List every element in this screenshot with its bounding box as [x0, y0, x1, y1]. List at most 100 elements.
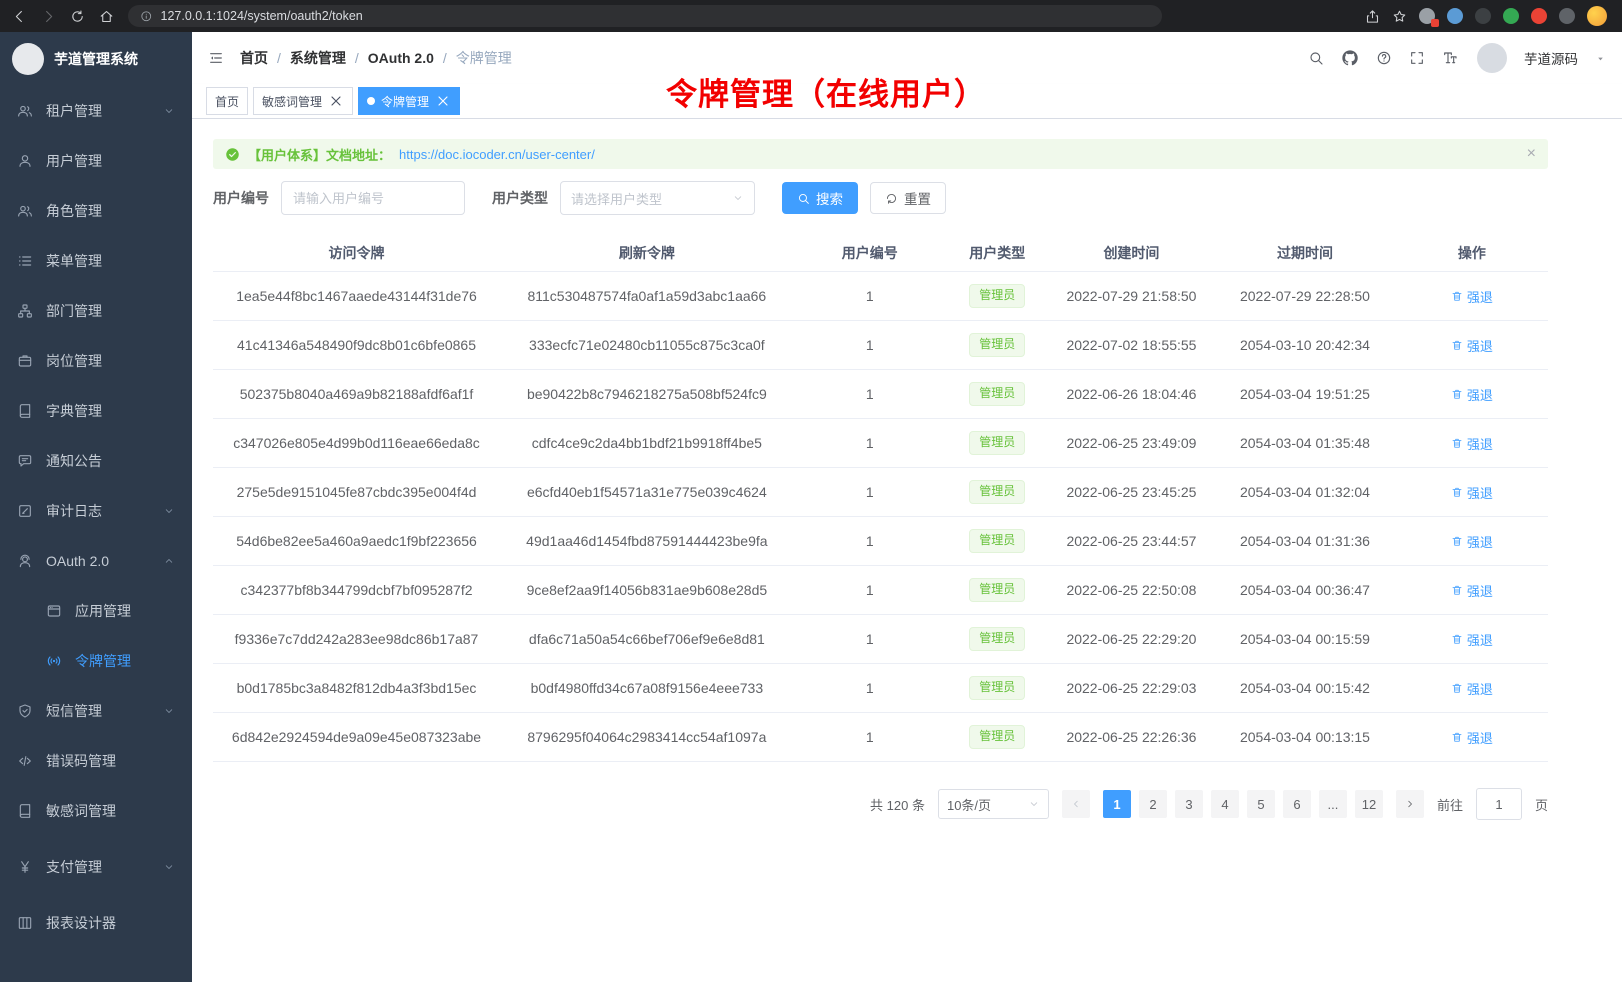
table-row: 1ea5e44f8bc1467aaede43144f31de76811c5304… [213, 272, 1548, 321]
access-token-cell: c347026e805e4d99b0d116eae66eda8c [213, 419, 500, 467]
fullscreen-icon[interactable] [1409, 50, 1425, 66]
breadcrumb-item[interactable]: 首页 [240, 48, 268, 68]
extension-icon[interactable] [1475, 8, 1491, 24]
force-logout-button[interactable]: 强退 [1451, 532, 1493, 551]
force-logout-button[interactable]: 强退 [1451, 630, 1493, 649]
access-token-cell: f9336e7c7dd242a283ee98dc86b17a87 [213, 615, 500, 663]
back-icon[interactable] [12, 9, 27, 24]
breadcrumb-separator: / [355, 50, 359, 66]
user-avatar[interactable] [1477, 43, 1507, 73]
page-size-select[interactable]: 10条/页 [938, 789, 1049, 819]
navbar-right: 芋道源码 [1308, 43, 1606, 73]
hamburger-icon[interactable] [208, 50, 224, 66]
page-button[interactable]: 3 [1175, 790, 1203, 818]
close-icon[interactable] [328, 93, 344, 109]
delete-icon [1451, 339, 1463, 351]
sidebar-item[interactable]: 令牌管理 [0, 636, 192, 686]
force-logout-button[interactable]: 强退 [1451, 581, 1493, 600]
breadcrumb-item[interactable]: OAuth 2.0 [368, 50, 434, 66]
page-button[interactable]: 5 [1247, 790, 1275, 818]
sidebar-item-label: 用户管理 [46, 151, 102, 171]
forward-icon[interactable] [41, 9, 56, 24]
font-size-icon[interactable] [1442, 50, 1458, 66]
sidebar-item[interactable]: 岗位管理 [0, 336, 192, 386]
home-icon[interactable] [99, 9, 114, 24]
sidebar-item[interactable]: 租户管理 [0, 86, 192, 136]
force-logout-button[interactable]: 强退 [1451, 679, 1493, 698]
bookmark-star-icon[interactable] [1392, 9, 1407, 24]
user-name[interactable]: 芋道源码 [1524, 48, 1578, 68]
extension-icon[interactable] [1559, 8, 1575, 24]
force-logout-button[interactable]: 强退 [1451, 287, 1493, 306]
sidebar-item[interactable]: 角色管理 [0, 186, 192, 236]
table-row: b0d1785bc3a8482f812db4a3f3bd15ecb0df4980… [213, 664, 1548, 713]
alert-link[interactable]: https://doc.iocoder.cn/user-center/ [399, 147, 595, 162]
prev-page-button[interactable] [1062, 790, 1090, 818]
sidebar-item[interactable]: 应用管理 [0, 586, 192, 636]
close-icon[interactable] [435, 93, 451, 109]
reload-icon[interactable] [70, 9, 85, 24]
user-type-select[interactable]: 请选择用户类型 [560, 181, 755, 215]
access-token-cell: 54d6be82ee5a460a9aedc1f9bf223656 [213, 517, 500, 565]
force-logout-button[interactable]: 强退 [1451, 434, 1493, 453]
search-icon[interactable] [1308, 50, 1324, 66]
extension-icon[interactable] [1503, 8, 1519, 24]
next-page-button[interactable] [1396, 790, 1424, 818]
sidebar-item[interactable]: 错误码管理 [0, 736, 192, 786]
app-logo[interactable]: 芋道管理系统 [0, 32, 192, 86]
sidebar-item-label: 支付管理 [46, 857, 102, 877]
sidebar-item[interactable]: 菜单管理 [0, 236, 192, 286]
sidebar-item[interactable]: 部门管理 [0, 286, 192, 336]
page-button[interactable]: 2 [1139, 790, 1167, 818]
delete-icon [1451, 535, 1463, 547]
sidebar-item[interactable]: 审计日志 [0, 486, 192, 536]
alert-close-icon[interactable]: × [1527, 146, 1536, 162]
page-button[interactable]: 1 [1103, 790, 1131, 818]
search-button[interactable]: 搜索 [782, 182, 858, 214]
page-ellipsis[interactable]: ... [1319, 790, 1347, 818]
sidebar-item[interactable]: OAuth 2.0 [0, 536, 192, 586]
user-id-cell: 1 [794, 517, 946, 565]
sidebar-item[interactable]: 支付管理 [0, 842, 192, 892]
address-bar[interactable]: 127.0.0.1:1024/system/oauth2/token [128, 5, 1162, 27]
browser-chrome: 127.0.0.1:1024/system/oauth2/token [0, 0, 1622, 32]
share-icon[interactable] [1365, 9, 1380, 24]
tab[interactable]: 首页 [206, 87, 248, 115]
column-header: 用户编号 [794, 235, 946, 271]
breadcrumb-item[interactable]: 系统管理 [290, 48, 346, 68]
expire-time-cell: 2022-07-29 22:28:50 [1214, 272, 1396, 320]
force-logout-button[interactable]: 强退 [1451, 385, 1493, 404]
help-icon[interactable] [1376, 50, 1392, 66]
sidebar-item[interactable]: 字典管理 [0, 386, 192, 436]
expire-time-cell: 2054-03-04 01:31:36 [1214, 517, 1396, 565]
reset-button[interactable]: 重置 [870, 182, 946, 214]
page-button[interactable]: 6 [1283, 790, 1311, 818]
github-icon[interactable] [1341, 49, 1359, 67]
sidebar-item[interactable]: 通知公告 [0, 436, 192, 486]
goto-page-input[interactable] [1476, 788, 1522, 820]
sidebar-item[interactable]: 短信管理 [0, 686, 192, 736]
user-id-input[interactable] [281, 181, 465, 215]
tab[interactable]: 敏感词管理 [253, 87, 353, 115]
force-logout-button[interactable]: 强退 [1451, 483, 1493, 502]
extension-icon[interactable] [1447, 8, 1463, 24]
force-logout-button[interactable]: 强退 [1451, 728, 1493, 747]
sidebar-item[interactable]: 报表设计器 [0, 898, 192, 948]
sidebar-item[interactable]: 敏感词管理 [0, 786, 192, 836]
sidebar-item[interactable]: 用户管理 [0, 136, 192, 186]
page-button[interactable]: 4 [1211, 790, 1239, 818]
page-button[interactable]: 12 [1355, 790, 1383, 818]
force-logout-button[interactable]: 强退 [1451, 336, 1493, 355]
column-header: 刷新令牌 [500, 235, 794, 271]
user-id-cell: 1 [794, 664, 946, 712]
extension-icon[interactable] [1419, 8, 1435, 24]
user-type-badge: 管理员 [969, 627, 1025, 651]
tab-label: 敏感词管理 [262, 93, 322, 110]
create-time-cell: 2022-06-25 23:45:25 [1049, 468, 1215, 516]
tab[interactable]: 令牌管理 [358, 87, 460, 115]
browser-profile-avatar[interactable] [1587, 6, 1607, 26]
create-time-cell: 2022-06-26 18:04:46 [1049, 370, 1215, 418]
total-count: 共 120 条 [870, 795, 925, 814]
extension-icon[interactable] [1531, 8, 1547, 24]
user-type-placeholder: 请选择用户类型 [571, 189, 662, 208]
